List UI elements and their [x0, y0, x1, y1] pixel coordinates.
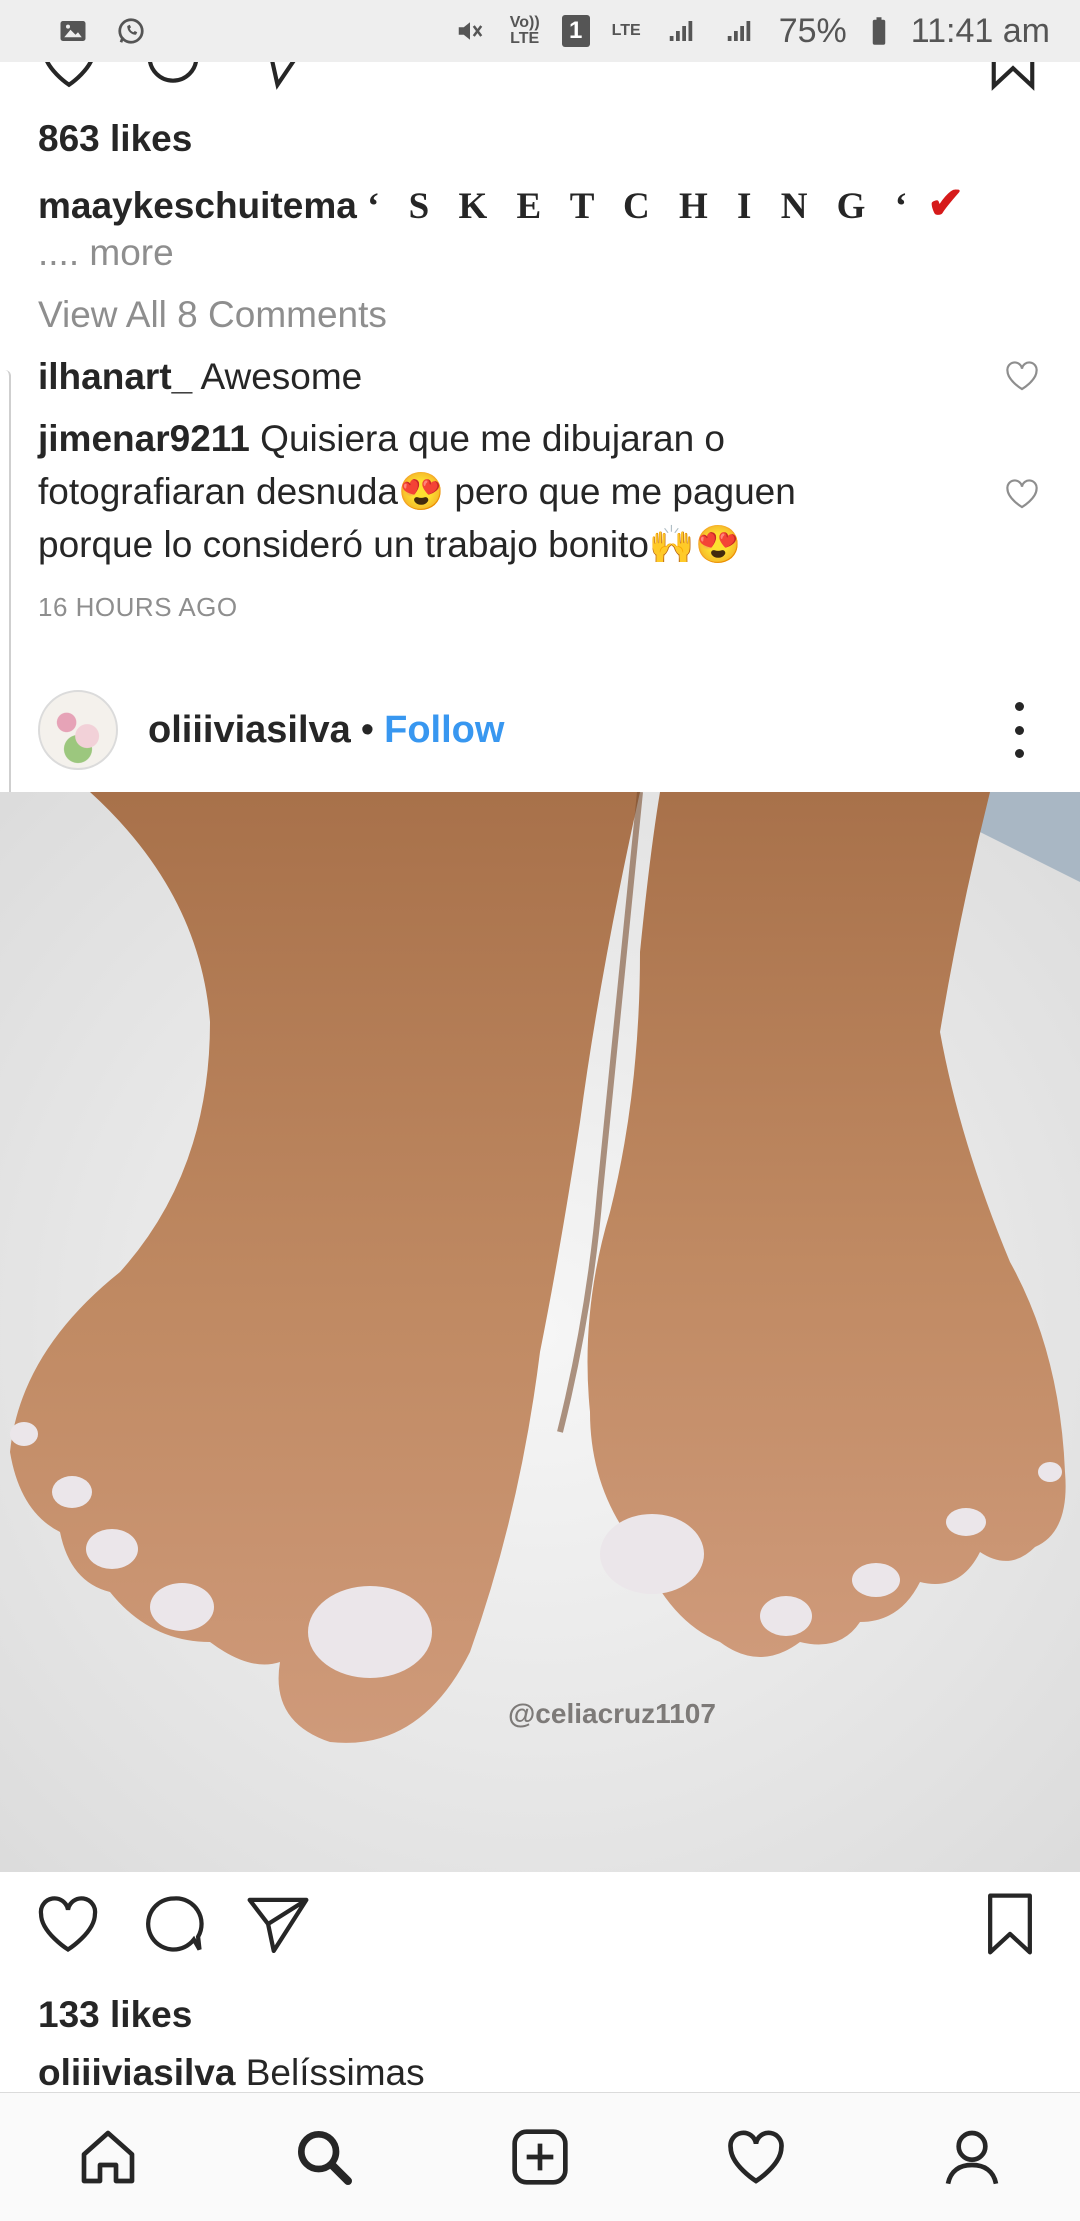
clock: 11:41 am: [910, 11, 1050, 50]
like-icon[interactable]: [36, 62, 102, 92]
comment-like-icon[interactable]: [1004, 360, 1040, 392]
bottom-navigation: [0, 2092, 1080, 2221]
comment-text: Awesome: [192, 356, 363, 397]
share-icon[interactable]: [244, 1890, 312, 1958]
activity-heart-icon[interactable]: [720, 2121, 792, 2193]
battery-percent: 75%: [778, 11, 847, 50]
post-username[interactable]: oliiiviasilva: [148, 709, 351, 752]
more-link[interactable]: .... more: [38, 232, 1038, 274]
post-image[interactable]: @celiacruz1107: [0, 792, 1080, 1872]
comment-username[interactable]: jimenar9211: [38, 418, 250, 459]
post-timestamp: 16 HOURS AGO: [38, 592, 238, 622]
previous-post-action-bar: [0, 62, 1080, 92]
post-action-bar: [0, 1890, 1080, 1970]
comment-like-icon[interactable]: [1004, 478, 1040, 510]
comment-icon[interactable]: [140, 62, 206, 92]
mute-icon: [452, 16, 488, 46]
caption-username[interactable]: oliiiviasilva: [38, 2052, 235, 2093]
comment-item: jimenar9211 Quisiera que me dibujaran o …: [38, 412, 898, 571]
status-bar: Vo)) LTE 1 LTE 75% 11:41 am: [0, 0, 1080, 62]
signal-icon-2: [721, 16, 757, 46]
previous-caption: maaykeschuitema ‘ S K E T C H I N G ‘ ✔: [38, 178, 1038, 229]
lte-indicator: LTE: [611, 22, 641, 39]
signal-icon: [663, 16, 699, 46]
previous-likes-count[interactable]: 863 likes: [38, 118, 1038, 160]
comment-item: ilhanart_ Awesome: [38, 350, 958, 403]
post-header: oliiiviasilva • Follow: [0, 670, 1080, 790]
bookmark-icon[interactable]: [980, 62, 1046, 92]
share-icon[interactable]: [250, 62, 316, 92]
like-icon[interactable]: [34, 1890, 102, 1958]
comment-icon[interactable]: [140, 1890, 208, 1958]
gallery-icon: [55, 16, 91, 46]
search-icon[interactable]: [288, 2121, 360, 2193]
check-mark-icon: ✔: [927, 179, 965, 228]
whatsapp-icon: [113, 16, 149, 46]
caption-text: Belíssimas: [235, 2052, 425, 2093]
home-icon[interactable]: [72, 2121, 144, 2193]
photo-watermark: @celiacruz1107: [508, 1698, 716, 1729]
follow-button[interactable]: Follow: [384, 709, 504, 752]
caption-text: ‘ S K E T C H I N G ‘: [367, 186, 918, 227]
avatar[interactable]: [38, 690, 118, 770]
caption-username[interactable]: maaykeschuitema: [38, 185, 357, 226]
more-options-icon[interactable]: [1013, 702, 1025, 758]
add-post-icon[interactable]: [504, 2121, 576, 2193]
bookmark-icon[interactable]: [976, 1890, 1044, 1958]
post-caption: oliiiviasilva Belíssimas: [38, 2052, 1038, 2094]
battery-icon: [869, 16, 889, 46]
sim-indicator: 1: [561, 15, 590, 47]
view-all-comments-link[interactable]: View All 8 Comments: [38, 294, 1038, 336]
likes-count[interactable]: 133 likes: [38, 1994, 1038, 2036]
profile-icon[interactable]: [936, 2121, 1008, 2193]
separator: •: [360, 708, 375, 751]
comment-username[interactable]: ilhanart_: [38, 356, 192, 397]
volte-indicator: Vo)) LTE: [509, 14, 540, 47]
